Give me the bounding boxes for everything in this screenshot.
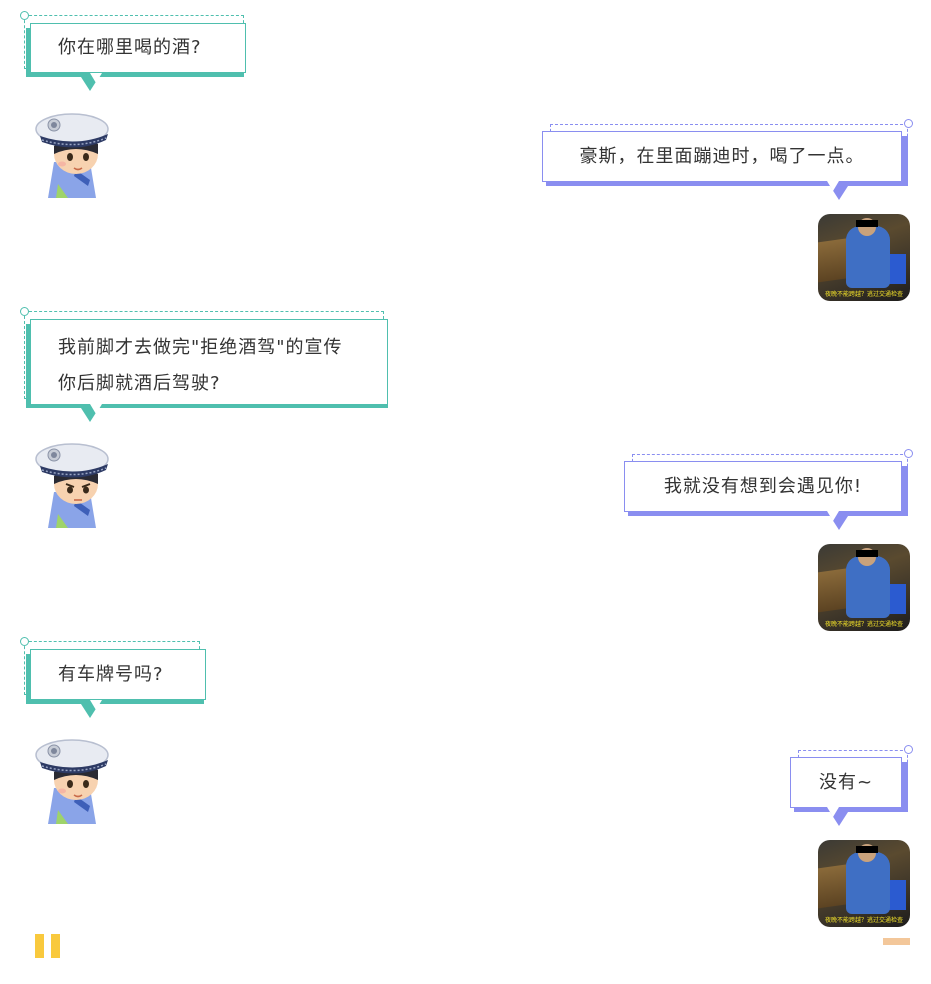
bubble-text: 有车牌号吗? [30, 649, 206, 700]
bubble-text: 你在哪里喝的酒? [30, 23, 246, 73]
thumb-stool [888, 584, 906, 614]
bubble-text-block: 我前脚才去做完"拒绝酒驾"的宣传 你后脚就酒后驾驶? [30, 319, 388, 405]
bubble-tail-inner [90, 404, 102, 414]
thumb-stool [888, 880, 906, 910]
police-officer-avatar-icon [35, 113, 109, 198]
driver-photo-thumbnail: 夜晚不能跨越？逃过交通检查 [818, 214, 910, 301]
bubble-tail-inner [90, 73, 102, 83]
bubble-text: 豪斯，在里面蹦迪时，喝了一点。 [542, 131, 902, 182]
bubble-dot [904, 449, 913, 458]
bubble-dot [20, 11, 29, 20]
thumb-caption: 夜晚不能跨越？逃过交通检查 [824, 917, 903, 924]
thumb-caption: 夜晚不能跨越？逃过交通检查 [824, 621, 903, 628]
thumb-censor-bar [856, 220, 878, 227]
bubble-text-line-2: 你后脚就酒后驾驶? [58, 373, 221, 394]
thumb-stool [888, 254, 906, 284]
bubble-tail-inner [827, 511, 839, 521]
thumb-caption: 夜晚不能跨越？逃过交通检查 [824, 291, 903, 298]
bubble-tail-inner [90, 700, 102, 710]
bubble-text: 我就没有想到会遇见你! [624, 461, 902, 512]
bubble-dot [20, 307, 29, 316]
police-officer-avatar-icon [35, 739, 109, 824]
bubble-tail-inner [827, 807, 839, 817]
bubble-text-line-1: 我前脚才去做完"拒绝酒驾"的宣传 [58, 337, 343, 358]
thumb-censor-bar [856, 550, 878, 557]
bubble-text: 没有~ [790, 757, 902, 808]
bubble-dot [904, 745, 913, 754]
police-officer-avatar-icon [35, 443, 109, 528]
bubble-tail-inner [827, 181, 839, 191]
thumb-censor-bar [856, 846, 878, 853]
driver-photo-thumbnail: 夜晚不能跨越？逃过交通检查 [818, 840, 910, 927]
bubble-dot [20, 637, 29, 646]
bubble-dot [904, 119, 913, 128]
end-bar [883, 938, 910, 945]
driver-photo-thumbnail: 夜晚不能跨越？逃过交通检查 [818, 544, 910, 631]
pause-icon [35, 934, 61, 958]
